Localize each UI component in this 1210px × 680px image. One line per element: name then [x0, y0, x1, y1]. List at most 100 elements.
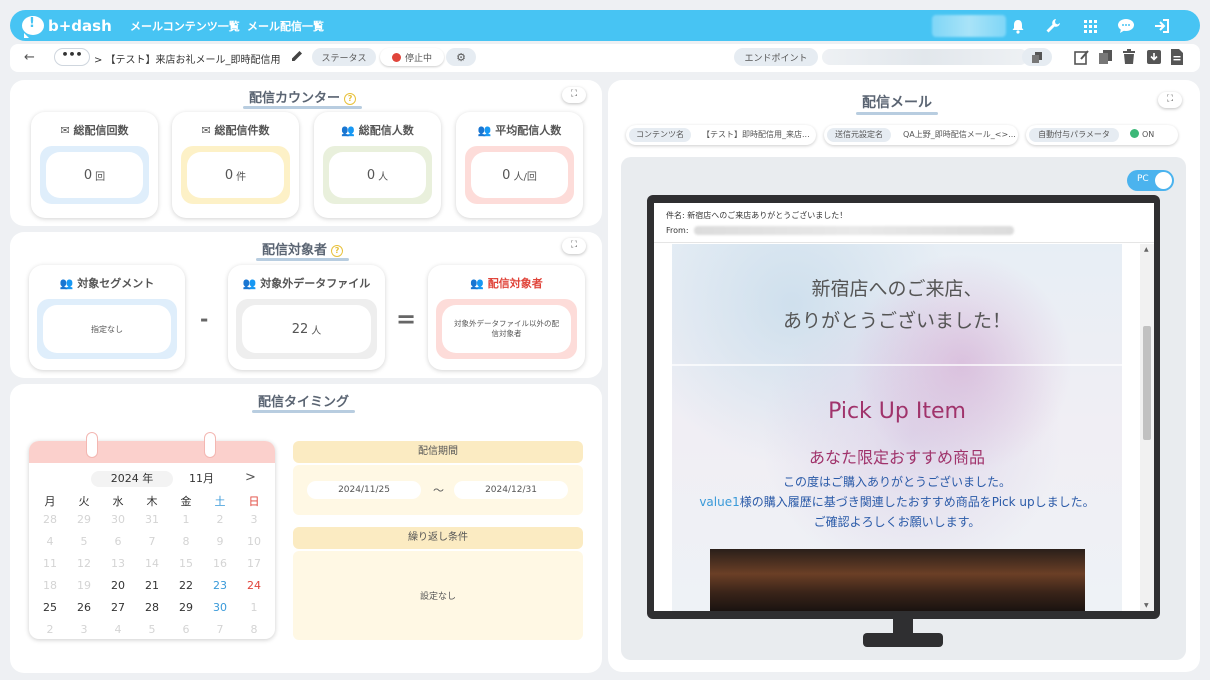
calendar-day[interactable]: 15 [174, 557, 198, 570]
calendar-day[interactable]: 14 [140, 557, 164, 570]
auto-parameter-value: ON [1142, 130, 1155, 139]
status-badge[interactable]: 停止中 [380, 48, 444, 66]
calendar-day[interactable]: 30 [208, 601, 232, 614]
grid-icon[interactable] [1080, 16, 1100, 36]
edit-document-icon[interactable] [1074, 49, 1090, 65]
calendar-day[interactable]: 31 [140, 513, 164, 526]
calendar-day[interactable]: 4 [38, 535, 62, 548]
calendar-day[interactable]: 2 [208, 513, 232, 526]
calendar-day[interactable]: 22 [174, 579, 198, 592]
on-status-icon [1130, 129, 1139, 138]
mail-icon: ✉ [201, 124, 215, 137]
calendar-day[interactable]: 18 [38, 579, 62, 592]
calendar-day[interactable]: 5 [72, 535, 96, 548]
calendar-day[interactable]: 19 [72, 579, 96, 592]
calendar-day[interactable]: 12 [72, 557, 96, 570]
calendar-day[interactable]: 26 [72, 601, 96, 614]
calendar-day[interactable]: 23 [208, 579, 232, 592]
pickup-subtitle: あなた限定おすすめ商品 [808, 448, 985, 467]
more-menu-button[interactable]: ••• [54, 48, 90, 66]
expand-target-button[interactable]: ⛶ [562, 238, 586, 254]
scroll-up-icon[interactable]: ▲ [1144, 246, 1149, 253]
scrollbar-thumb[interactable] [1143, 326, 1151, 440]
calendar-day[interactable]: 3 [72, 623, 96, 636]
calendar-day[interactable]: 21 [140, 579, 164, 592]
calendar-day[interactable]: 2 [38, 623, 62, 636]
delivery-target-result-card[interactable]: 👥 配信対象者 対象外データファイル以外の配信対象者 [428, 265, 585, 370]
equals-operator: = [396, 305, 417, 333]
chat-support-icon[interactable] [1116, 16, 1136, 36]
sender-setting-pill[interactable]: 送信元設定名 QA上野_即時配信メール_<>... [824, 125, 1018, 145]
help-icon[interactable]: ? [344, 93, 357, 105]
target-segment-card[interactable]: 👥 対象セグメント 指定なし [29, 265, 185, 370]
calendar-day[interactable]: 3 [242, 513, 266, 526]
repeat-condition-value: 設定なし [419, 592, 456, 602]
document-icon[interactable] [1170, 49, 1186, 65]
calendar-day[interactable]: 7 [140, 535, 164, 548]
user-account-blurred[interactable] [932, 15, 1006, 37]
help-icon[interactable]: ? [331, 245, 344, 257]
calendar-day[interactable]: 9 [208, 535, 232, 548]
body-line-3: ご確認よろしくお願いします。 [813, 515, 981, 529]
calendar-day[interactable]: 1 [174, 513, 198, 526]
settings-button[interactable]: ⚙ [446, 48, 476, 66]
calendar-day[interactable]: 20 [106, 579, 130, 592]
pencil-edit-icon[interactable] [290, 49, 306, 65]
duplicate-icon[interactable] [1098, 49, 1114, 65]
excluded-data-file-card[interactable]: 👥 対象外データファイル 22 人 [228, 265, 385, 370]
bell-icon[interactable] [1008, 16, 1028, 36]
calendar-day[interactable]: 1 [242, 601, 266, 614]
wrench-icon[interactable] [1043, 16, 1063, 36]
content-name-value: 【テスト】即時配信用_来店... [702, 130, 810, 139]
calendar-day[interactable]: 5 [140, 623, 164, 636]
expand-mail-button[interactable]: ⛶ [1158, 92, 1182, 108]
archive-download-icon[interactable] [1146, 49, 1162, 65]
period-start-date[interactable]: 2024/11/25 [307, 481, 421, 499]
preview-scrollbar[interactable]: ▲ ▼ [1140, 244, 1154, 611]
calendar-day[interactable]: 16 [208, 557, 232, 570]
calendar-day[interactable]: 24 [242, 579, 266, 592]
mail-icon: ✉ [60, 124, 74, 137]
auto-parameter-pill[interactable]: 自動付与パラメータ ON [1026, 125, 1178, 145]
calendar-day[interactable]: 29 [72, 513, 96, 526]
nav-mail-deliveries[interactable]: メール配信一覧 [247, 18, 324, 34]
nav-mail-contents[interactable]: メールコンテンツ一覧 [130, 18, 240, 34]
calendar-day[interactable]: 7 [208, 623, 232, 636]
calendar-day[interactable]: 8 [174, 535, 198, 548]
calendar-day[interactable]: 11 [38, 557, 62, 570]
excluded-data-file-unit: 人 [311, 325, 322, 337]
period-end-date[interactable]: 2024/12/31 [454, 481, 568, 499]
expand-counter-button[interactable]: ⛶ [562, 87, 586, 103]
body-line-2: value1様の購入履歴に基づき関連したおすすめ商品をPick upしました。 [672, 493, 1122, 510]
calendar-day[interactable]: 10 [242, 535, 266, 548]
calendar-day[interactable]: 27 [106, 601, 130, 614]
pc-view-toggle[interactable]: PC [1127, 170, 1174, 191]
logout-icon[interactable] [1152, 16, 1172, 36]
delivery-target-result-label: 配信対象者 [487, 277, 543, 290]
calendar-day[interactable]: 8 [242, 623, 266, 636]
period-separator: 〜 [433, 484, 444, 497]
users-icon: 👥 [341, 124, 359, 137]
calendar-year[interactable]: 2024 年 [91, 471, 173, 487]
sender-setting-value: QA上野_即時配信メール_<>... [903, 130, 1016, 139]
calendar-day[interactable]: 28 [140, 601, 164, 614]
calendar-day[interactable]: 25 [38, 601, 62, 614]
calendar-day[interactable]: 17 [242, 557, 266, 570]
calendar-day[interactable]: 29 [174, 601, 198, 614]
calendar-day[interactable]: 4 [106, 623, 130, 636]
calendar-day[interactable]: 6 [106, 535, 130, 548]
trash-icon[interactable] [1122, 49, 1138, 65]
calendar-month[interactable]: 11月 [189, 471, 214, 487]
calendar-day[interactable]: 30 [106, 513, 130, 526]
average-recipients-card: 👥 平均配信人数 0 人/回 [456, 112, 583, 218]
endpoint-key-pill: エンドポイント [734, 48, 818, 66]
scroll-down-icon[interactable]: ▼ [1144, 602, 1149, 609]
copy-endpoint-button[interactable] [1022, 48, 1052, 66]
calendar-day[interactable]: 6 [174, 623, 198, 636]
calendar-day[interactable]: 28 [38, 513, 62, 526]
app-logo[interactable]: ! b+dash [22, 14, 112, 38]
calendar-day[interactable]: 13 [106, 557, 130, 570]
calendar-next-month-button[interactable]: > [245, 470, 256, 485]
content-name-pill[interactable]: コンテンツ名 【テスト】即時配信用_来店... [626, 125, 816, 145]
back-arrow-icon[interactable]: ← [24, 50, 35, 65]
